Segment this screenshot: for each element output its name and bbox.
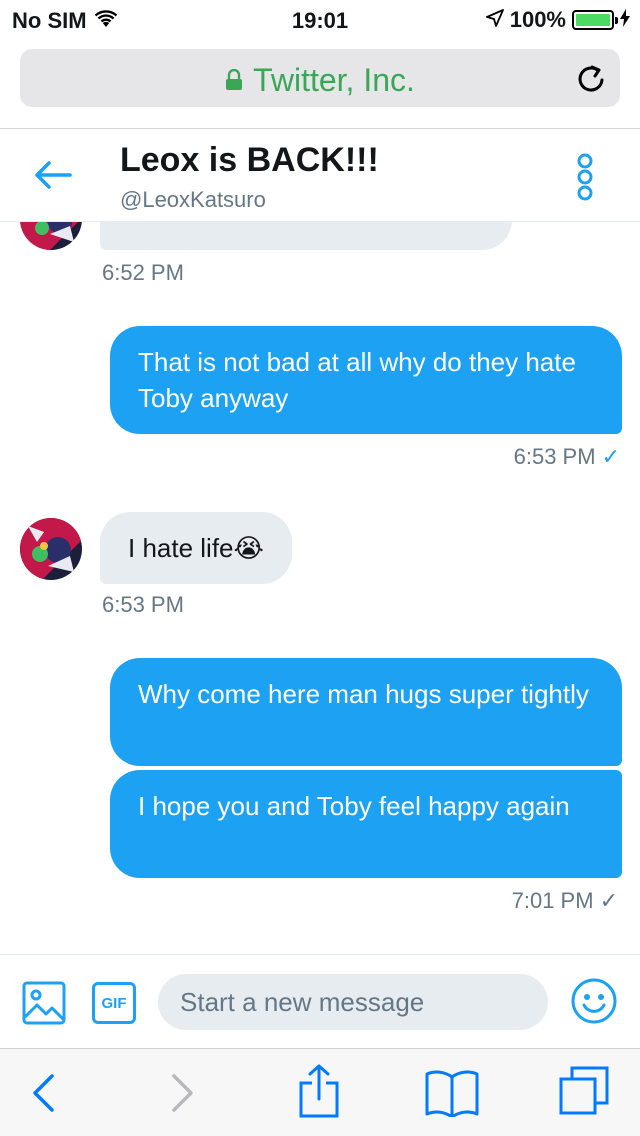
- message-input[interactable]: [158, 974, 548, 1030]
- message-time: 6:53 PM: [513, 444, 596, 469]
- battery-icon: [572, 10, 618, 30]
- status-bar: No SIM 19:01 100%: [0, 0, 640, 40]
- contact-handle: @LeoxKatsuro: [120, 187, 266, 212]
- message-bubble-outgoing[interactable]: I hope you and Toby feel happy again: [110, 770, 622, 878]
- emoji-icon[interactable]: [570, 977, 618, 1030]
- forward-chevron-icon[interactable]: [170, 1073, 196, 1118]
- bookmarks-icon[interactable]: [424, 1069, 480, 1122]
- message-bubble-outgoing[interactable]: That is not bad at all why do they hate …: [110, 326, 622, 434]
- message-text: That is not bad at all why do they hate …: [138, 347, 576, 413]
- charging-bolt-icon: [620, 7, 630, 33]
- message-composer: GIF: [0, 954, 640, 1048]
- image-icon[interactable]: [22, 981, 66, 1030]
- gif-button[interactable]: GIF: [92, 982, 136, 1024]
- more-vertical-icon[interactable]: [574, 153, 596, 206]
- read-check-icon: ✓: [601, 444, 620, 469]
- message-text: I hope you and Toby feel happy again: [138, 791, 570, 821]
- message-bubble-incoming[interactable]: [100, 222, 512, 250]
- gif-label: GIF: [101, 994, 127, 1012]
- message-text: Why come here man hugs super tightly: [138, 679, 589, 709]
- browser-address-area: Twitter, Inc.: [0, 40, 640, 128]
- browser-toolbar: [0, 1048, 640, 1136]
- share-icon[interactable]: [298, 1063, 340, 1124]
- reload-icon[interactable]: [576, 62, 606, 99]
- address-bar[interactable]: Twitter, Inc.: [20, 49, 620, 107]
- back-chevron-icon[interactable]: [30, 1073, 56, 1118]
- status-right: 100%: [485, 7, 630, 33]
- location-arrow-icon: [485, 7, 504, 33]
- site-name: Twitter, Inc.: [253, 62, 415, 98]
- sent-check-icon: ✓: [599, 888, 618, 913]
- conversation-header: Leox is BACK!!! @LeoxKatsuro: [0, 128, 640, 222]
- message-bubble-outgoing[interactable]: Why come here man hugs super tightly: [110, 658, 622, 766]
- message-text: I hate life😭: [128, 533, 264, 563]
- battery-percent: 100%: [509, 7, 566, 32]
- message-bubble-incoming[interactable]: I hate life😭: [100, 512, 292, 584]
- battery-cap: [615, 17, 618, 24]
- contact-name: Leox is BACK!!!: [120, 141, 379, 179]
- tabs-icon[interactable]: [558, 1065, 610, 1122]
- avatar[interactable]: [20, 518, 82, 580]
- message-time: 7:01 PM: [511, 888, 594, 913]
- address-display[interactable]: Twitter, Inc.: [20, 62, 620, 99]
- conversation-thread[interactable]: 6:52 PM That is not bad at all why do th…: [0, 222, 640, 954]
- message-time-row: 6:53 PM ✓: [514, 444, 620, 470]
- message-time: 6:52 PM: [102, 260, 184, 285]
- message-time-row: 7:01 PM ✓: [512, 888, 618, 914]
- back-arrow-icon[interactable]: [32, 159, 72, 196]
- lock-icon: [225, 62, 243, 99]
- avatar[interactable]: [20, 222, 82, 250]
- battery-level: [576, 14, 610, 26]
- message-time: 6:53 PM: [102, 592, 184, 617]
